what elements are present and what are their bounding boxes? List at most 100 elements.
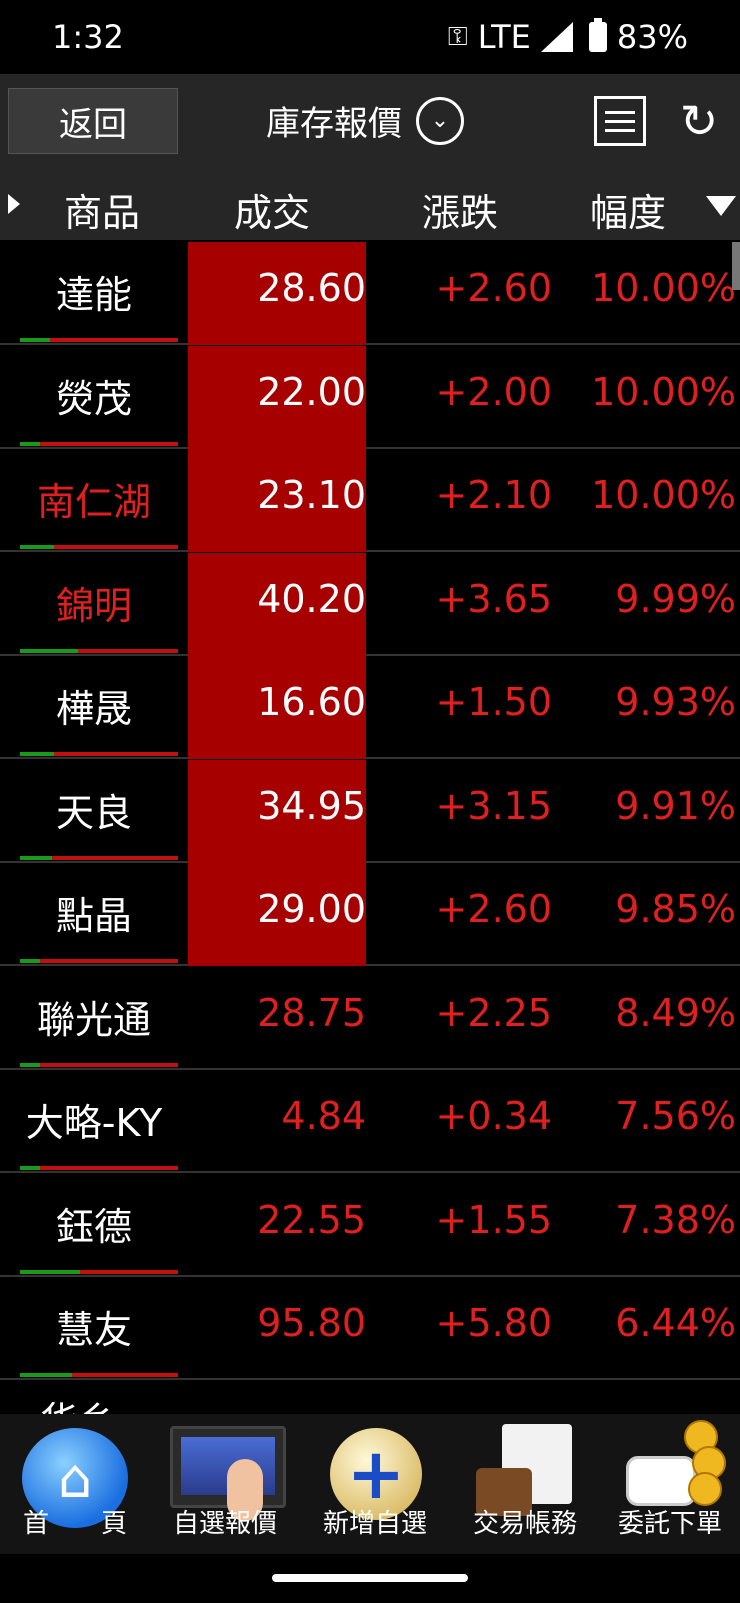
stock-change: +3.15 bbox=[435, 783, 552, 828]
stock-name: 點晶 bbox=[55, 894, 132, 938]
column-change[interactable]: 漲跌 bbox=[422, 182, 498, 237]
stock-change: +5.80 bbox=[435, 1301, 552, 1345]
stock-name: 錦明 bbox=[55, 583, 132, 628]
stock-percent: 9.91% bbox=[615, 783, 736, 828]
nav-label: 首 頁 bbox=[22, 1509, 127, 1539]
column-header: 商品 成交 漲跌 幅度 bbox=[0, 168, 740, 240]
table-row[interactable]: 慧友 95.80 +5.80 6.44% bbox=[0, 1277, 740, 1380]
stock-price: 28.75 bbox=[257, 990, 366, 1035]
refresh-icon[interactable]: ↻ bbox=[672, 94, 726, 148]
stock-price: 16.60 bbox=[257, 680, 366, 724]
stock-change: +0.34 bbox=[435, 1094, 552, 1138]
volume-ratio-bar bbox=[20, 441, 178, 446]
list-icon[interactable] bbox=[594, 96, 646, 146]
stock-percent: 9.99% bbox=[615, 576, 736, 621]
stock-percent: 7.56% bbox=[615, 1094, 736, 1138]
stock-percent: 10.00% bbox=[591, 473, 736, 517]
table-row[interactable]: 聯光通 28.75 +2.25 8.49% bbox=[0, 967, 740, 1070]
stock-name: 達能 bbox=[55, 273, 132, 317]
volume-ratio-bar bbox=[20, 338, 178, 342]
bottom-nav: ⌂ 首 頁 自選報價 + 新增自選 交易帳務 委託下單 bbox=[0, 1414, 740, 1554]
stock-name: 鈺德 bbox=[55, 1204, 132, 1249]
stock-change: +1.55 bbox=[435, 1197, 552, 1242]
column-price[interactable]: 成交 bbox=[234, 182, 310, 237]
page-title-dropdown[interactable]: 庫存報價 ⌄ bbox=[266, 96, 464, 145]
nav-label: 新增自選 bbox=[322, 1509, 427, 1539]
stock-price: 23.10 bbox=[257, 473, 366, 517]
volume-ratio-bar bbox=[20, 959, 178, 963]
quote-list[interactable]: 達能 28.60 +2.60 10.00% 熒茂 22.00 +2.00 10.00% 南仁湖 2… bbox=[0, 242, 740, 1414]
watchlist-quote-icon bbox=[170, 1426, 286, 1521]
table-row[interactable]: 達能 28.60 +2.60 10.00% bbox=[0, 242, 740, 345]
stock-percent: 6.44% bbox=[615, 1301, 736, 1345]
scrollbar[interactable] bbox=[732, 242, 740, 290]
stock-price: 28.60 bbox=[257, 266, 366, 310]
stock-price: 4.84 bbox=[281, 1094, 366, 1138]
column-product[interactable]: 商品 bbox=[64, 182, 140, 237]
stock-name: 聯光通 bbox=[36, 997, 151, 1042]
stock-percent: 9.85% bbox=[615, 887, 736, 931]
vpn-key-icon: ⚿ bbox=[447, 21, 468, 52]
stock-percent: 10.00% bbox=[591, 266, 736, 310]
stock-price: 34.95 bbox=[257, 783, 366, 828]
title-bar: 返回 庫存報價 ⌄ ↻ bbox=[0, 74, 740, 168]
home-indicator[interactable] bbox=[272, 1574, 468, 1582]
stock-price: 22.55 bbox=[257, 1197, 366, 1242]
status-time: 1:32 bbox=[52, 18, 124, 56]
battery-level: 83% bbox=[616, 18, 688, 56]
nav-label: 交易帳務 bbox=[472, 1509, 577, 1539]
sort-down-icon[interactable] bbox=[706, 196, 736, 216]
network-label: LTE bbox=[477, 18, 531, 56]
stock-change: +1.50 bbox=[435, 680, 552, 724]
stock-percent: 7.38% bbox=[615, 1197, 736, 1242]
battery-icon bbox=[588, 18, 607, 52]
stock-name: 天良 bbox=[55, 790, 132, 835]
nav-home[interactable]: ⌂ 首 頁 bbox=[0, 1414, 150, 1554]
chevron-down-circle-icon[interactable]: ⌄ bbox=[416, 96, 464, 145]
table-row[interactable]: 南仁湖 23.10 +2.10 10.00% bbox=[0, 449, 740, 552]
nav-account[interactable]: 交易帳務 bbox=[450, 1414, 600, 1554]
nav-order[interactable]: 委託下單 bbox=[600, 1414, 740, 1554]
table-row[interactable]: 熒茂 22.00 +2.00 10.00% bbox=[0, 345, 740, 449]
table-row[interactable]: 鈺德 22.55 +1.55 7.38% bbox=[0, 1174, 740, 1277]
stock-change: +2.25 bbox=[435, 990, 552, 1035]
stock-name: 大略-KY bbox=[25, 1101, 163, 1145]
volume-ratio-bar bbox=[20, 545, 178, 549]
stock-percent: 8.49% bbox=[615, 990, 736, 1035]
stock-name: 樺晟 bbox=[55, 687, 132, 731]
table-row[interactable]: 錦明 40.20 +3.65 9.99% bbox=[0, 552, 740, 656]
stock-change: +2.10 bbox=[435, 473, 552, 517]
status-bar: 1:32 ⚿ LTE 83% bbox=[0, 0, 740, 74]
stock-change: +2.60 bbox=[435, 266, 552, 310]
stock-percent: 9.93% bbox=[615, 680, 736, 724]
table-row[interactable]: 點晶 29.00 +2.60 9.85% bbox=[0, 863, 740, 966]
stock-change: +2.00 bbox=[435, 369, 552, 414]
volume-ratio-bar bbox=[20, 1166, 178, 1170]
table-row[interactable]: 天良 34.95 +3.15 9.91% bbox=[0, 759, 740, 863]
stock-change: +2.60 bbox=[435, 887, 552, 931]
signal-icon bbox=[540, 22, 573, 52]
nav-watchlist[interactable]: 自選報價 bbox=[150, 1414, 300, 1554]
volume-ratio-bar bbox=[20, 752, 178, 756]
back-button[interactable]: 返回 bbox=[8, 88, 178, 154]
stock-percent: 10.00% bbox=[591, 369, 736, 414]
expand-arrow-icon[interactable] bbox=[8, 194, 20, 214]
volume-ratio-bar bbox=[20, 648, 178, 653]
table-row[interactable]: 樺晟 16.60 +1.50 9.93% bbox=[0, 656, 740, 759]
column-percent[interactable]: 幅度 bbox=[590, 182, 666, 237]
volume-ratio-bar bbox=[20, 1269, 178, 1274]
stock-change: +3.65 bbox=[435, 576, 552, 621]
nav-label: 自選報價 bbox=[172, 1509, 277, 1539]
stock-name: 熒茂 bbox=[55, 376, 132, 421]
page-title: 庫存報價 bbox=[266, 104, 402, 144]
stock-name: 南仁湖 bbox=[36, 480, 151, 524]
volume-ratio-bar bbox=[20, 1373, 178, 1377]
volume-ratio-bar bbox=[20, 1062, 178, 1067]
nav-label: 委託下單 bbox=[617, 1509, 722, 1539]
nav-add-watchlist[interactable]: + 新增自選 bbox=[300, 1414, 450, 1554]
gesture-bar bbox=[0, 1554, 740, 1603]
table-row[interactable]: 大略-KY 4.84 +0.34 7.56% bbox=[0, 1070, 740, 1173]
stock-price: 22.00 bbox=[257, 369, 366, 414]
stock-price: 29.00 bbox=[257, 887, 366, 931]
volume-ratio-bar bbox=[20, 855, 178, 860]
